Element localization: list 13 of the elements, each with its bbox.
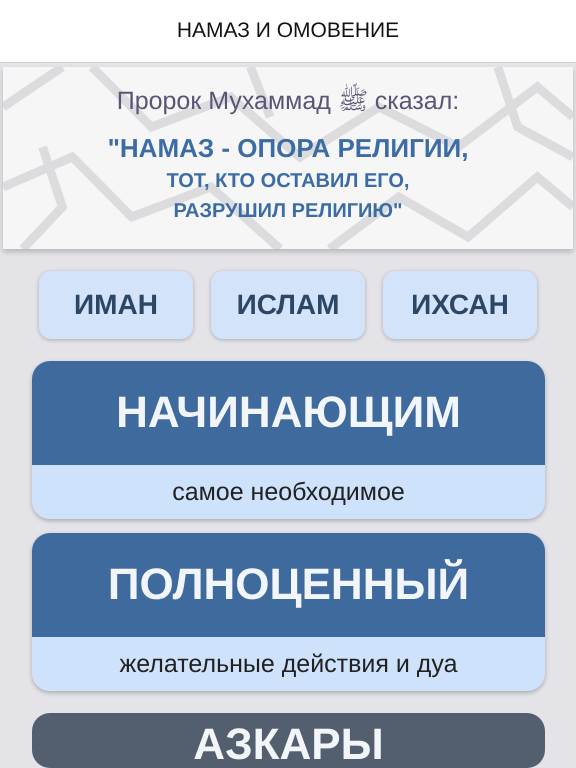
- screen-title: НАМАЗ И ОМОВЕНИЕ: [176, 19, 400, 43]
- quote-line: ТОТ, КТО ОСТАВИЛ ЕГО,: [166, 169, 410, 194]
- topic-button[interactable]: ИМАН: [39, 271, 193, 339]
- section-button[interactable]: АЗКАРЫ: [32, 713, 545, 768]
- section-button[interactable]: НАЧИНАЮЩИМ: [32, 361, 545, 465]
- section-subtitle: самое необходимое: [32, 465, 545, 519]
- quote-line: "НАМАЗ - ОПОРА РЕЛИГИИ,: [108, 132, 468, 165]
- topic-button[interactable]: ИХСАН: [383, 271, 537, 339]
- quote-line: РАЗРУШИЛ РЕЛИГИЮ": [173, 199, 403, 224]
- section-button[interactable]: ПОЛНОЦЕННЫЙ: [32, 533, 545, 637]
- topic-button[interactable]: ИСЛАМ: [211, 271, 365, 339]
- section-subtitle: желательные действия и дуа: [32, 637, 545, 691]
- quote-attribution: Пророк Мухаммад ﷺ сказал:: [116, 85, 460, 122]
